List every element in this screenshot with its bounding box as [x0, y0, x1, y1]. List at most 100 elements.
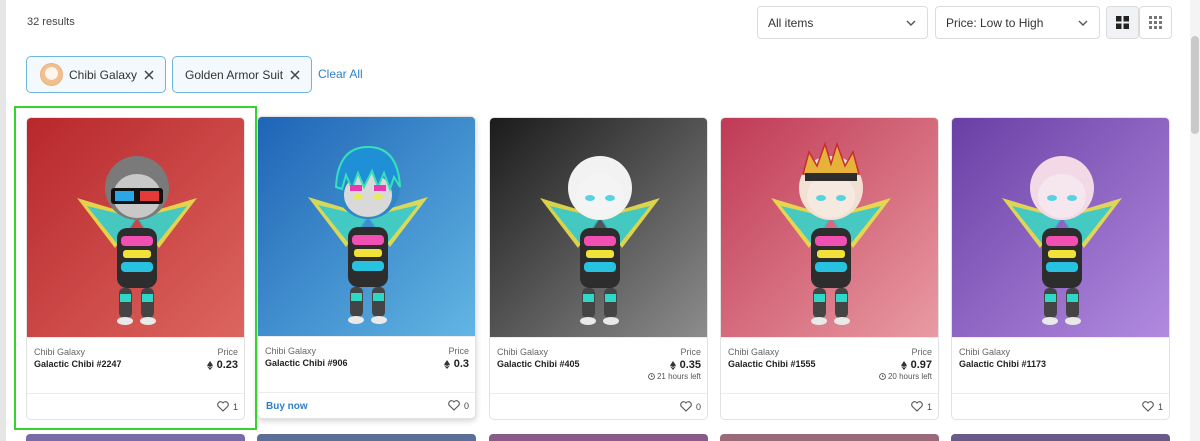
- clock-icon: [648, 373, 655, 380]
- price-label: Price: [217, 347, 238, 357]
- collection-name: Chibi Galaxy: [959, 347, 1011, 357]
- chip-label: Golden Armor Suit: [185, 67, 284, 82]
- card-footer: 1: [952, 393, 1169, 419]
- scrollbar-thumb[interactable]: [1191, 36, 1199, 134]
- nft-card[interactable]: Chibi Galaxy Galactic Chibi #1173 1: [951, 117, 1170, 420]
- filter-chip-trait[interactable]: Golden Armor Suit: [172, 56, 312, 93]
- heart-icon: [448, 400, 460, 411]
- clock-icon: [879, 373, 886, 380]
- time-left-text: 21 hours left: [656, 372, 701, 381]
- results-count: 32 results: [27, 16, 75, 28]
- collection-name: Chibi Galaxy: [497, 347, 549, 357]
- price-label: Price: [911, 347, 932, 357]
- price-label: Price: [448, 346, 469, 356]
- nft-image[interactable]: [490, 118, 707, 337]
- filter-chip-collection[interactable]: Chibi Galaxy: [26, 56, 166, 93]
- nft-name: Galactic Chibi #906: [265, 358, 348, 368]
- collection-name: Chibi Galaxy: [728, 347, 780, 357]
- like-button[interactable]: 1: [1142, 401, 1163, 412]
- nft-name: Galactic Chibi #405: [497, 359, 580, 369]
- price-amount: 0.35: [679, 359, 701, 371]
- nft-image[interactable]: [27, 118, 244, 337]
- time-left-text: 20 hours left: [887, 372, 932, 381]
- like-count: 0: [463, 400, 469, 411]
- nft-image[interactable]: [258, 117, 475, 336]
- nft-artwork: [490, 118, 707, 337]
- like-button[interactable]: 1: [217, 401, 238, 412]
- price-amount: 0.97: [910, 359, 932, 371]
- clear-all-link[interactable]: Clear All: [318, 67, 363, 81]
- collection-name: Chibi Galaxy: [34, 347, 86, 357]
- chevron-down-icon: [1078, 20, 1088, 26]
- price-value: 0.3: [443, 358, 469, 370]
- card-meta: Chibi Galaxy Galactic Chibi #1173: [952, 337, 1169, 393]
- heart-icon: [217, 401, 229, 412]
- ethereum-icon: [443, 359, 450, 369]
- nft-image[interactable]: [952, 118, 1169, 337]
- buy-now-button[interactable]: Buy now: [266, 401, 308, 412]
- large-grid-icon: [1116, 16, 1129, 29]
- ethereum-icon: [669, 360, 676, 370]
- like-button[interactable]: 0: [680, 401, 701, 412]
- price-value: 0.35: [669, 359, 701, 371]
- items-filter-value: All items: [768, 15, 814, 30]
- close-icon[interactable]: [143, 69, 155, 81]
- price-amount: 0.3: [453, 358, 469, 370]
- chip-label: Chibi Galaxy: [69, 67, 138, 82]
- card-footer: 0: [490, 393, 707, 419]
- like-button[interactable]: 1: [911, 401, 932, 412]
- page-left-edge: [0, 0, 6, 441]
- heart-icon: [911, 401, 923, 412]
- nft-artwork: [258, 117, 475, 336]
- card-footer: 1: [721, 393, 938, 419]
- next-row-card-top: [26, 434, 245, 441]
- ethereum-icon: [900, 360, 907, 370]
- price-value: 0.97: [900, 359, 932, 371]
- like-count: 1: [1157, 401, 1163, 412]
- like-count: 0: [695, 401, 701, 412]
- collection-name: Chibi Galaxy: [265, 346, 317, 356]
- nft-card[interactable]: Chibi Galaxy Galactic Chibi #405 Price 0.3…: [489, 117, 708, 420]
- next-row-card-top: [489, 434, 708, 441]
- items-filter-select[interactable]: All items: [757, 6, 928, 39]
- time-left: 21 hours left: [648, 372, 701, 381]
- card-meta: Chibi Galaxy Galactic Chibi #906 Price 0.3: [258, 336, 475, 392]
- chevron-down-icon: [906, 20, 916, 26]
- card-footer: Buy now 0: [258, 392, 475, 418]
- small-grid-view-button[interactable]: [1139, 6, 1172, 39]
- time-left: 20 hours left: [879, 372, 932, 381]
- like-count: 1: [232, 401, 238, 412]
- small-grid-icon: [1149, 16, 1162, 29]
- next-row-card-top: [257, 434, 476, 441]
- nft-card[interactable]: Chibi Galaxy Galactic Chibi #906 Price 0.3…: [257, 116, 476, 419]
- next-row-card-top: [951, 434, 1170, 441]
- next-row-card-top: [720, 434, 939, 441]
- heart-icon: [680, 401, 692, 412]
- nft-name: Galactic Chibi #1173: [959, 359, 1047, 369]
- card-meta: Chibi Galaxy Galactic Chibi #1555 Price 0.…: [721, 337, 938, 393]
- card-meta: Chibi Galaxy Galactic Chibi #405 Price 0.3…: [490, 337, 707, 393]
- scrollbar[interactable]: [1190, 0, 1200, 441]
- like-count: 1: [926, 401, 932, 412]
- close-icon[interactable]: [289, 69, 301, 81]
- price-value: 0.23: [206, 359, 238, 371]
- ethereum-icon: [206, 360, 213, 370]
- nft-artwork: [952, 118, 1169, 337]
- heart-icon: [1142, 401, 1154, 412]
- nft-card[interactable]: Chibi Galaxy Galactic Chibi #2247 Price 0.…: [26, 117, 245, 420]
- large-grid-view-button[interactable]: [1106, 6, 1139, 39]
- card-meta: Chibi Galaxy Galactic Chibi #2247 Price 0.…: [27, 337, 244, 393]
- card-footer: 1: [27, 393, 244, 419]
- nft-artwork: [721, 118, 938, 337]
- sort-value: Price: Low to High: [946, 15, 1044, 30]
- collection-avatar: [40, 63, 63, 86]
- sort-select[interactable]: Price: Low to High: [935, 6, 1100, 39]
- nft-name: Galactic Chibi #1555: [728, 359, 816, 369]
- nft-artwork: [27, 118, 244, 337]
- nft-card[interactable]: Chibi Galaxy Galactic Chibi #1555 Price 0.…: [720, 117, 939, 420]
- price-amount: 0.23: [216, 359, 238, 371]
- nft-image[interactable]: [721, 118, 938, 337]
- price-label: Price: [680, 347, 701, 357]
- nft-name: Galactic Chibi #2247: [34, 359, 122, 369]
- like-button[interactable]: 0: [448, 400, 469, 411]
